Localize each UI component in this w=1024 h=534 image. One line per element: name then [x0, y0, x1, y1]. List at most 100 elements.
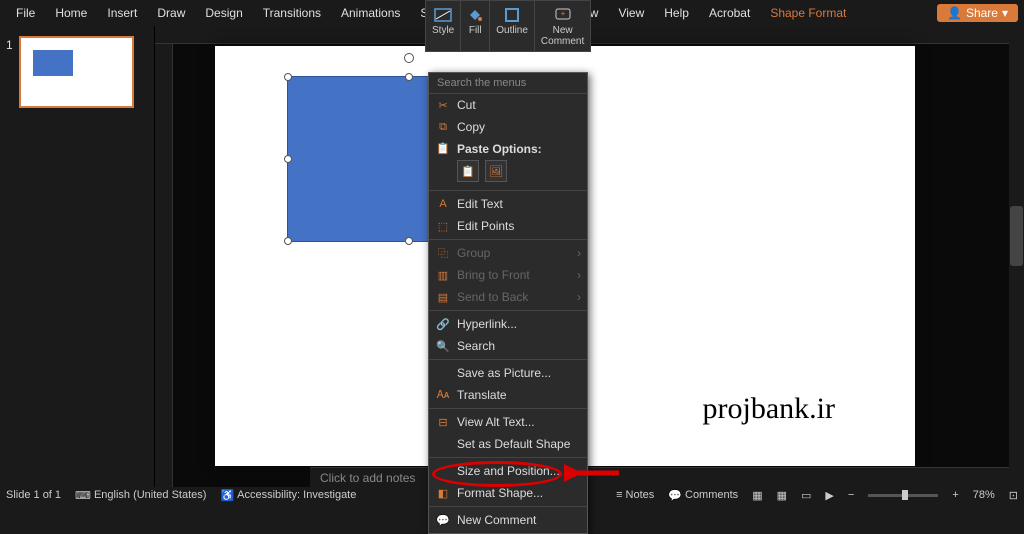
ctx-copy[interactable]: ⧉Copy [429, 116, 587, 138]
comments-icon: 💬 [668, 489, 682, 502]
ctx-cut[interactable]: ✂Cut [429, 94, 587, 116]
resize-handle[interactable] [405, 237, 413, 245]
paste-icon: 📋 [435, 142, 451, 155]
resize-handle[interactable] [284, 155, 292, 163]
menu-file[interactable]: File [6, 2, 45, 24]
ctx-hyperlink[interactable]: 🔗Hyperlink... [429, 313, 587, 335]
mini-outline-label: Outline [496, 25, 528, 36]
status-slide-count[interactable]: Slide 1 of 1 [6, 489, 61, 501]
comment-icon: 💬 [435, 514, 451, 527]
context-search-input[interactable]: Search the menus [429, 73, 587, 94]
search-icon: 🔍 [435, 340, 451, 353]
paste-option-picture[interactable]: 🖼 [485, 160, 507, 182]
notes-icon: ≡ [616, 489, 622, 501]
fit-to-window-button[interactable]: ⊡ [1009, 489, 1018, 502]
menu-draw[interactable]: Draw [147, 2, 195, 24]
mini-outline-button[interactable]: Outline [490, 1, 535, 51]
style-icon [432, 5, 454, 25]
ctx-format-shape[interactable]: ◧Format Shape... [429, 482, 587, 504]
ctx-search[interactable]: 🔍Search [429, 335, 587, 357]
group-icon: ⿻ [435, 245, 451, 261]
zoom-level[interactable]: 78% [973, 489, 995, 501]
edit-points-icon: ⬚ [435, 220, 451, 233]
watermark-text: projbank.ir [703, 392, 835, 426]
format-shape-icon: ◧ [435, 487, 451, 500]
zoom-slider-knob[interactable] [902, 490, 908, 500]
copy-icon: ⧉ [435, 121, 451, 134]
thumb-number: 1 [6, 36, 13, 108]
accessibility-icon: ♿ [220, 489, 234, 502]
ctx-edit-text[interactable]: AEdit Text [429, 193, 587, 215]
menu-design[interactable]: Design [195, 2, 252, 24]
menu-help[interactable]: Help [654, 2, 699, 24]
view-sorter-button[interactable]: ▦ [777, 489, 787, 502]
alt-text-icon: ⊟ [435, 416, 451, 429]
view-slideshow-button[interactable]: ▶ [825, 489, 833, 502]
zoom-out-button[interactable]: − [848, 489, 854, 501]
status-language[interactable]: ⌨English (United States) [75, 489, 206, 502]
ctx-group: ⿻Group [429, 242, 587, 264]
vertical-scrollbar[interactable] [1009, 26, 1024, 487]
menu-animations[interactable]: Animations [331, 2, 410, 24]
slide-canvas[interactable]: projbank.ir Click to add notes [155, 26, 1024, 487]
status-comments-button[interactable]: 💬Comments [668, 489, 738, 502]
slide-thumbnail[interactable] [19, 36, 134, 108]
resize-handle[interactable] [284, 237, 292, 245]
edit-text-icon: A [435, 198, 451, 210]
mini-style-label: Style [432, 25, 454, 36]
resize-handle[interactable] [284, 73, 292, 81]
share-icon: 👤 [947, 6, 962, 20]
bring-front-icon: ▥ [435, 269, 451, 282]
scrollbar-thumb[interactable] [1010, 206, 1023, 266]
mini-fill-button[interactable]: Fill [461, 1, 490, 51]
ctx-paste-options: 📋 🖼 [429, 158, 587, 188]
menu-home[interactable]: Home [45, 2, 97, 24]
comment-icon: + [541, 5, 584, 25]
ctx-send-back: ▤Send to Back [429, 286, 587, 308]
chevron-down-icon: ▾ [1002, 6, 1008, 20]
slide-thumbnail-panel: 1 [0, 26, 155, 487]
ctx-paste-label: 📋Paste Options: [429, 138, 587, 158]
ctx-translate[interactable]: 🗛Translate [429, 384, 587, 406]
notes-pane[interactable]: Click to add notes [310, 467, 1024, 487]
zoom-slider[interactable] [868, 494, 938, 497]
ctx-edit-points[interactable]: ⬚Edit Points [429, 215, 587, 237]
ctx-default-shape[interactable]: Set as Default Shape [429, 433, 587, 455]
resize-handle[interactable] [405, 73, 413, 81]
ctx-alt-text[interactable]: ⊟View Alt Text... [429, 411, 587, 433]
status-notes-button[interactable]: ≡Notes [616, 489, 654, 501]
zoom-in-button[interactable]: + [952, 489, 958, 501]
translate-icon: 🗛 [435, 389, 451, 402]
menu-insert[interactable]: Insert [97, 2, 147, 24]
share-label: Share [966, 6, 998, 20]
ctx-save-as-picture[interactable]: Save as Picture... [429, 362, 587, 384]
mini-new-comment-label: New Comment [541, 25, 584, 47]
context-menu: Search the menus ✂Cut ⧉Copy 📋Paste Optio… [428, 72, 588, 534]
view-reading-button[interactable]: ▭ [801, 489, 811, 502]
paste-option-theme[interactable]: 📋 [457, 160, 479, 182]
svg-text:+: + [560, 9, 565, 18]
ruler-vertical [155, 44, 173, 487]
link-icon: 🔗 [435, 318, 451, 331]
outline-icon [496, 5, 528, 25]
fill-icon [467, 5, 483, 25]
mini-fill-label: Fill [467, 25, 483, 36]
menu-acrobat[interactable]: Acrobat [699, 2, 760, 24]
language-icon: ⌨ [75, 489, 91, 502]
mini-new-comment-button[interactable]: + New Comment [535, 1, 590, 51]
ctx-new-comment[interactable]: 💬New Comment [429, 509, 587, 531]
status-accessibility[interactable]: ♿Accessibility: Investigate [220, 489, 356, 502]
rotate-handle[interactable] [404, 53, 414, 63]
menu-view[interactable]: View [608, 2, 654, 24]
menu-transitions[interactable]: Transitions [253, 2, 331, 24]
cut-icon: ✂ [435, 99, 451, 112]
send-back-icon: ▤ [435, 291, 451, 304]
ctx-bring-front: ▥Bring to Front [429, 264, 587, 286]
mini-style-button[interactable]: Style [426, 1, 461, 51]
view-normal-button[interactable]: ▦ [752, 489, 762, 502]
ctx-size-position[interactable]: Size and Position... [429, 460, 587, 482]
thumb-shape [33, 50, 73, 76]
mini-toolbar: Style Fill Outline + New Comment [425, 0, 591, 52]
menu-shape-format[interactable]: Shape Format [760, 2, 856, 24]
share-button[interactable]: 👤 Share ▾ [937, 4, 1018, 22]
